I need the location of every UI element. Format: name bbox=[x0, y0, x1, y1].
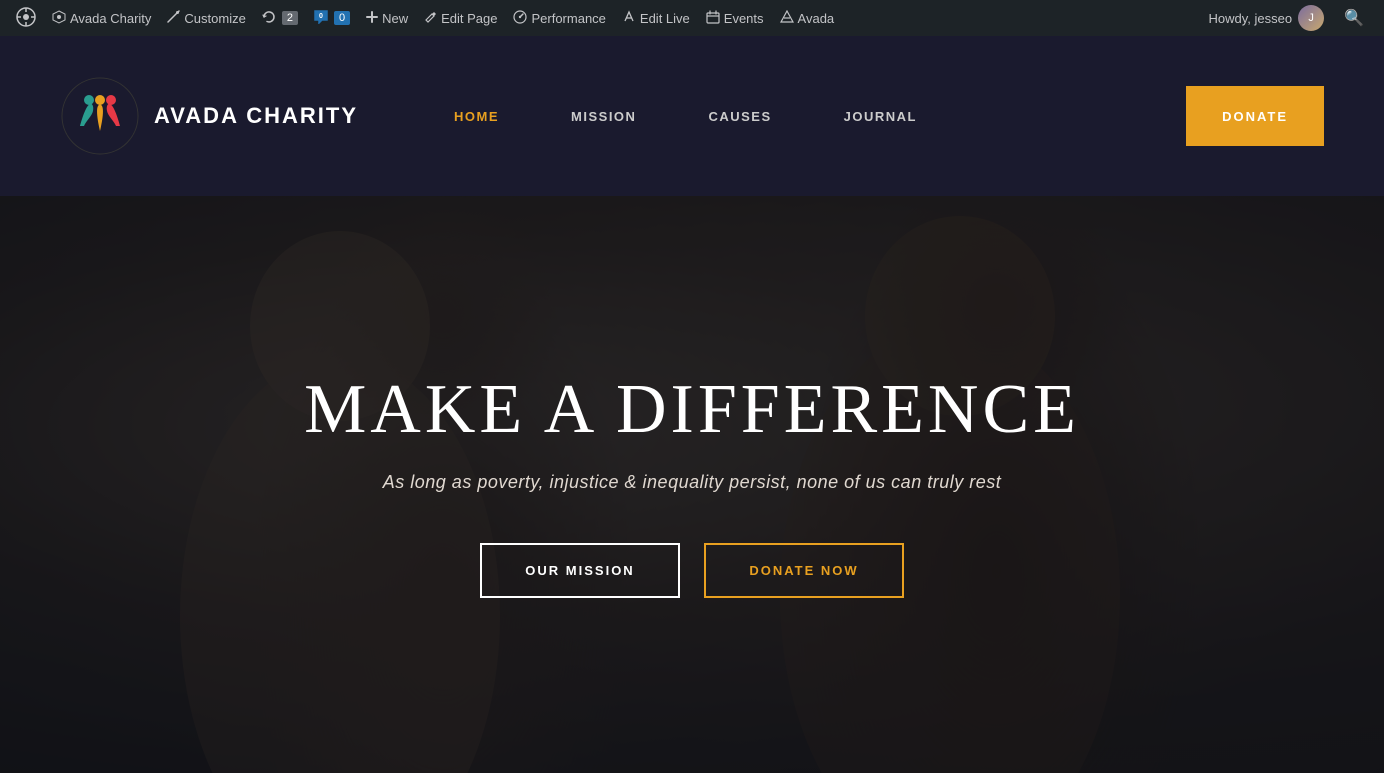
revisions-icon bbox=[262, 10, 276, 27]
wp-icon bbox=[16, 7, 36, 29]
customize-button[interactable]: Customize bbox=[159, 0, 253, 36]
hero-subtitle: As long as poverty, injustice & inequali… bbox=[304, 472, 1080, 493]
performance-label: Performance bbox=[531, 11, 605, 26]
site-name-label: Avada Charity bbox=[70, 11, 151, 26]
revisions-button[interactable]: 2 bbox=[254, 0, 306, 36]
edit-live-icon bbox=[622, 10, 636, 27]
new-icon bbox=[366, 11, 378, 26]
revisions-count: 2 bbox=[282, 11, 298, 25]
avada-label: Avada bbox=[798, 11, 835, 26]
new-button[interactable]: New bbox=[358, 0, 416, 36]
wp-logo-button[interactable] bbox=[8, 0, 44, 36]
comments-count: 0 bbox=[334, 11, 350, 25]
nav-home[interactable]: HOME bbox=[418, 36, 535, 196]
hero-title: MAKE A DIFFERENCE bbox=[304, 371, 1080, 448]
edit-live-button[interactable]: Edit Live bbox=[614, 0, 698, 36]
performance-button[interactable]: Performance bbox=[505, 0, 613, 36]
events-button[interactable]: Events bbox=[698, 0, 772, 36]
nav-causes[interactable]: CAUSES bbox=[672, 36, 807, 196]
nav-mission[interactable]: MISSION bbox=[535, 36, 672, 196]
edit-page-icon bbox=[424, 10, 437, 26]
comments-icon: 0 bbox=[314, 10, 328, 27]
admin-bar-right: Howdy, jesseo J 🔍 bbox=[1201, 5, 1377, 31]
customize-label: Customize bbox=[184, 11, 245, 26]
site-nav: HOME MISSION CAUSES JOURNAL bbox=[418, 36, 1186, 196]
new-label: New bbox=[382, 11, 408, 26]
events-icon bbox=[706, 10, 720, 27]
svg-text:0: 0 bbox=[319, 13, 323, 20]
hero-buttons: OUR MISSION DONATE NOW bbox=[304, 543, 1080, 598]
site-name-button[interactable]: Avada Charity bbox=[44, 0, 159, 36]
logo-text: AVADA CHARITY bbox=[154, 103, 358, 129]
avada-icon bbox=[780, 10, 794, 27]
search-icon[interactable]: 🔍 bbox=[1332, 8, 1376, 28]
admin-bar: Avada Charity Customize 2 0 0 bbox=[0, 0, 1384, 36]
hero-section: MAKE A DIFFERENCE As long as poverty, in… bbox=[0, 196, 1384, 773]
donate-now-button[interactable]: DONATE NOW bbox=[704, 543, 904, 598]
our-mission-button[interactable]: OUR MISSION bbox=[480, 543, 680, 598]
avatar[interactable]: J bbox=[1298, 5, 1324, 31]
customize-icon bbox=[167, 10, 180, 26]
edit-live-label: Edit Live bbox=[640, 11, 690, 26]
comments-button[interactable]: 0 0 bbox=[306, 0, 358, 36]
events-label: Events bbox=[724, 11, 764, 26]
site-name-icon bbox=[52, 10, 66, 27]
nav-journal[interactable]: JOURNAL bbox=[808, 36, 953, 196]
edit-page-button[interactable]: Edit Page bbox=[416, 0, 505, 36]
performance-icon bbox=[513, 10, 527, 27]
site-header: AVADA CHARITY HOME MISSION CAUSES JOURNA… bbox=[0, 36, 1384, 196]
avada-button[interactable]: Avada bbox=[772, 0, 843, 36]
howdy-text: Howdy, jesseo J bbox=[1201, 5, 1333, 31]
logo-area: AVADA CHARITY bbox=[60, 76, 358, 156]
logo-icon bbox=[60, 76, 140, 156]
hero-content: MAKE A DIFFERENCE As long as poverty, in… bbox=[264, 371, 1120, 598]
donate-button[interactable]: DONATE bbox=[1186, 86, 1324, 146]
edit-page-label: Edit Page bbox=[441, 11, 497, 26]
